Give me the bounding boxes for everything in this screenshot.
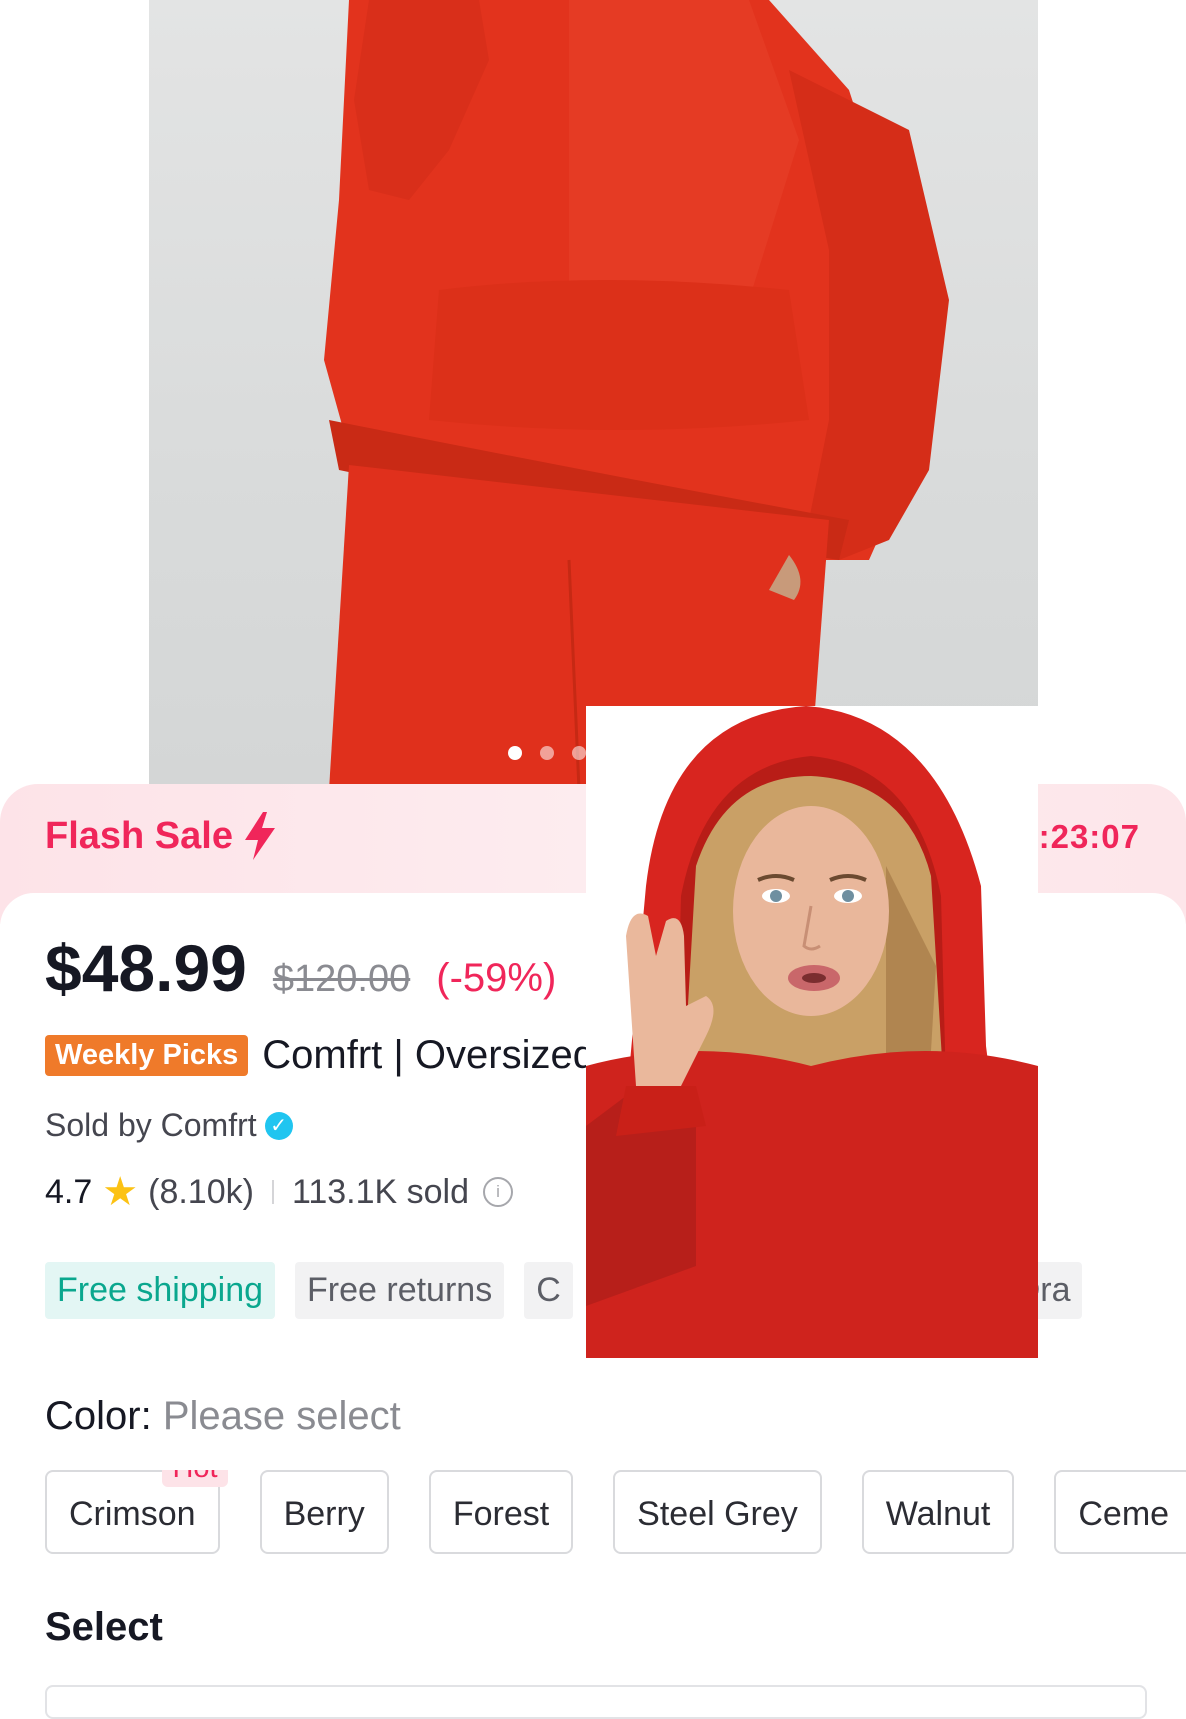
- product-title-row[interactable]: Weekly Picks Comfrt | Oversized: [45, 1033, 595, 1078]
- info-icon[interactable]: i: [483, 1177, 514, 1207]
- chip-partial[interactable]: C: [524, 1262, 573, 1319]
- original-price: $120.00: [272, 958, 411, 1000]
- sold-count: 113.1K sold: [291, 1172, 470, 1211]
- rating-score: 4.7: [45, 1172, 93, 1211]
- creator-video-overlay[interactable]: [586, 706, 1038, 1358]
- flash-sale-label: Flash Sale: [45, 812, 277, 860]
- hot-badge: Hot: [162, 1470, 228, 1487]
- carousel-dot[interactable]: [571, 746, 586, 760]
- creator-video-frame: [586, 706, 1038, 1358]
- product-image-carousel[interactable]: [0, 0, 1186, 790]
- review-count: (8.10k): [148, 1172, 254, 1211]
- carousel-dot[interactable]: [539, 746, 554, 760]
- weekly-picks-badge: Weekly Picks: [45, 1035, 249, 1076]
- color-options: Crimson Hot Berry Forest Steel Grey Walnut C…: [45, 1470, 1186, 1562]
- carousel-dot-active[interactable]: [507, 746, 522, 760]
- color-option-crimson[interactable]: Crimson Hot: [45, 1470, 228, 1554]
- price-row: $48.99 $120.00 (-59%): [45, 930, 556, 1006]
- current-price: $48.99: [45, 931, 247, 1005]
- seller-label: Sold by Comfrt: [45, 1107, 257, 1143]
- size-select-box[interactable]: [45, 1685, 1147, 1719]
- discount-percent: (-59%): [436, 956, 557, 1000]
- color-option-steel-grey[interactable]: Steel Grey: [613, 1470, 822, 1554]
- verified-check-icon: ✓: [264, 1111, 293, 1140]
- color-option-berry[interactable]: Berry: [259, 1470, 389, 1554]
- color-option-walnut[interactable]: Walnut: [861, 1470, 1015, 1554]
- rating-row[interactable]: 4.7 ★ (8.10k) 113.1K sold i: [45, 1170, 514, 1214]
- divider: [271, 1180, 274, 1204]
- star-icon: ★: [102, 1170, 139, 1214]
- chip-free-shipping[interactable]: Free shipping: [45, 1262, 276, 1319]
- product-title: Comfrt | Oversized: [262, 1033, 595, 1077]
- color-selected-value: Please select: [162, 1394, 401, 1438]
- lightning-icon: [244, 812, 275, 860]
- hoodie-photo-illustration: [324, 0, 949, 790]
- product-photo[interactable]: [149, 0, 1038, 790]
- chip-free-returns[interactable]: Free returns: [295, 1262, 505, 1319]
- size-select-label: Select: [45, 1605, 163, 1649]
- color-option-forest[interactable]: Forest: [428, 1470, 574, 1554]
- color-label: Color: Please select: [45, 1394, 401, 1438]
- color-option-cement[interactable]: Ceme: [1054, 1470, 1186, 1554]
- seller-link[interactable]: Sold by Comfrt ✓: [45, 1107, 293, 1144]
